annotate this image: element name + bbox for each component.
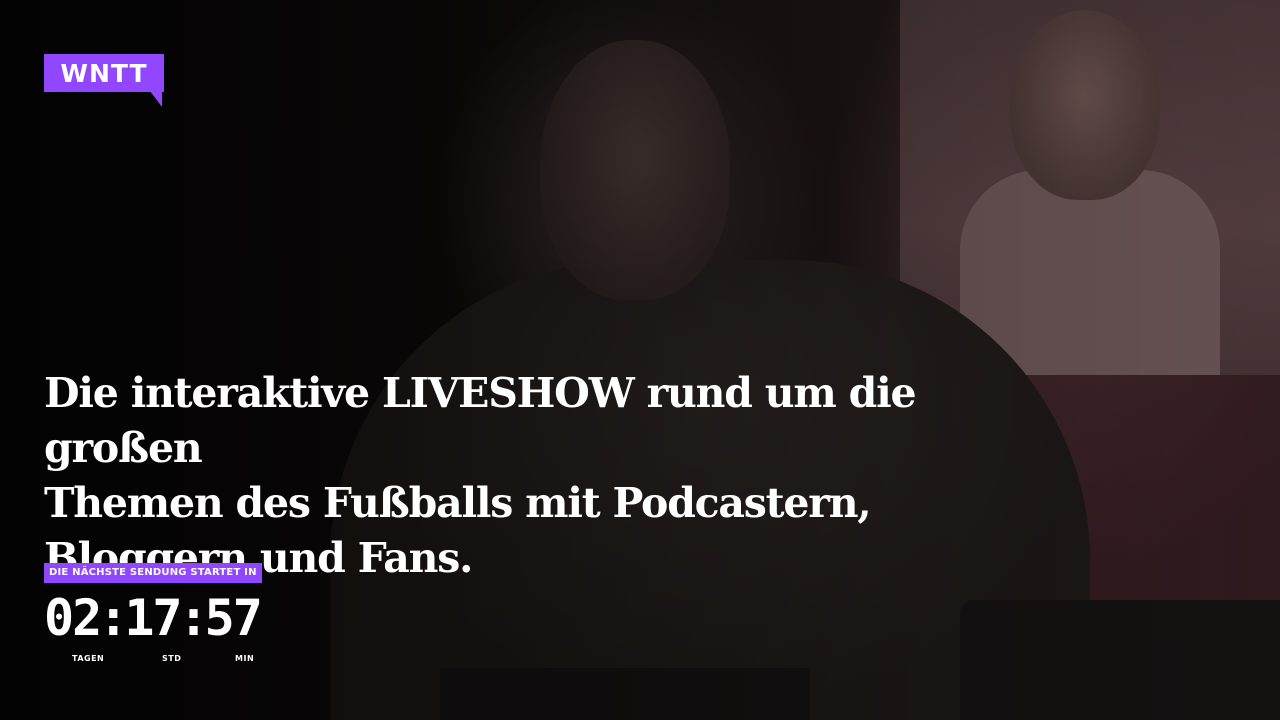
unit-minutes-label: MIN bbox=[235, 654, 255, 663]
hero-stage: WNTT Die interaktive LIVESHOW rund um di… bbox=[0, 0, 1280, 720]
logo-speech-bubble: WNTT bbox=[44, 54, 164, 92]
countdown-timer: 02 : 17 : 57 bbox=[44, 589, 263, 647]
logo-text: WNTT bbox=[60, 58, 148, 88]
countdown-separator: : bbox=[98, 589, 128, 647]
speech-bubble-tail-icon bbox=[138, 91, 162, 107]
countdown-days: 02 bbox=[44, 589, 102, 647]
wntt-logo[interactable]: WNTT bbox=[44, 54, 164, 108]
next-show-label: DIE NÄCHSTE SENDUNG STARTET IN bbox=[44, 563, 262, 583]
unit-hours-label: STD bbox=[162, 654, 182, 663]
countdown-hours: 17 bbox=[124, 589, 182, 647]
countdown-separator: : bbox=[178, 589, 209, 647]
hero-headline: Die interaktive LIVESHOW rund um die gro… bbox=[44, 369, 917, 582]
countdown-minutes: 57 bbox=[204, 589, 263, 647]
unit-days-label: TAGEN bbox=[72, 654, 105, 663]
countdown-units: TAGEN STD MIN bbox=[44, 652, 284, 666]
